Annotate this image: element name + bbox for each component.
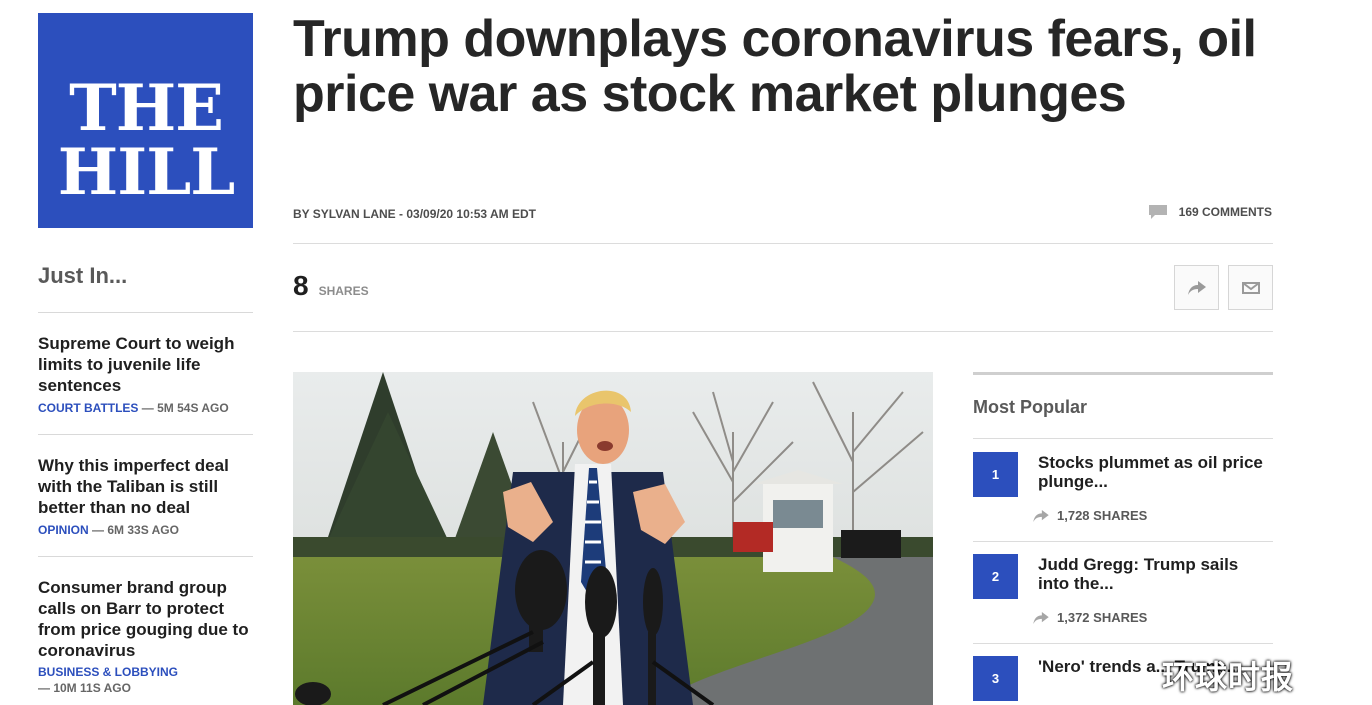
comments-count: 169 COMMENTS (1178, 205, 1272, 219)
share-count-text: 1,728 SHARES (1057, 508, 1148, 523)
share-arrow-icon (1033, 611, 1049, 624)
just-in-item[interactable]: Supreme Court to weigh limits to juvenil… (38, 333, 253, 415)
most-popular-item-shares: 1,728 SHARES (1033, 508, 1147, 523)
most-popular-item-title[interactable]: Stocks plummet as oil price plunge... (1038, 453, 1268, 491)
most-popular-item-title[interactable]: Judd Gregg: Trump sails into the... (1038, 555, 1268, 593)
article-byline: BY SYLVAN LANE - 03/09/20 10:53 AM EDT (293, 207, 536, 221)
just-in-item-time: — 5M 54S AGO (138, 401, 229, 415)
share-count-text: 1,372 SHARES (1057, 610, 1148, 625)
watermark: 环球时报 (1162, 659, 1295, 695)
share-count: 8 SHARES (293, 270, 369, 302)
logo-line-2: HILL (57, 135, 235, 210)
just-in-item-meta: OPINION — 6M 33S AGO (38, 523, 253, 537)
most-popular-item-shares: 1,372 SHARES (1033, 610, 1147, 625)
email-button[interactable] (1228, 265, 1273, 310)
logo-line-1: THE (69, 71, 224, 146)
just-in-item[interactable]: Why this imperfect deal with the Taliban… (38, 455, 253, 537)
most-popular-heading: Most Popular (973, 397, 1088, 417)
divider (973, 438, 1273, 439)
share-count-number: 8 (293, 270, 309, 301)
just-in-item-title[interactable]: Why this imperfect deal with the Taliban… (38, 455, 253, 518)
just-in-item[interactable]: Consumer brand group calls on Barr to pr… (38, 577, 253, 695)
just-in-item-time: — 10M 11S AGO (38, 681, 131, 695)
share-arrow-icon (1187, 280, 1206, 295)
rank-badge: 3 (973, 656, 1018, 701)
just-in-item-category-line: BUSINESS & LOBBYING (38, 665, 253, 679)
divider (293, 243, 1273, 244)
just-in-item-category[interactable]: OPINION (38, 523, 89, 537)
just-in-heading: Just In... (38, 263, 128, 288)
just-in-item-title[interactable]: Consumer brand group calls on Barr to pr… (38, 577, 253, 661)
just-in-item-meta: COURT BATTLES — 5M 54S AGO (38, 401, 253, 415)
the-hill-logo[interactable]: THE HILL (38, 13, 253, 228)
most-popular-top-bar (973, 372, 1273, 375)
comments-link[interactable]: 169 COMMENTS (1148, 205, 1272, 219)
share-arrow-icon (1033, 509, 1049, 522)
rank-badge: 1 (973, 452, 1018, 497)
divider (38, 312, 253, 313)
share-count-label: SHARES (318, 284, 369, 298)
divider (38, 434, 253, 435)
just-in-item-title[interactable]: Supreme Court to weigh limits to juvenil… (38, 333, 253, 396)
most-popular-item[interactable]: 2 Judd Gregg: Trump sails into the... 1,… (973, 542, 1273, 632)
just-in-item-category[interactable]: COURT BATTLES (38, 401, 138, 415)
rank-badge: 2 (973, 554, 1018, 599)
most-popular-item[interactable]: 1 Stocks plummet as oil price plunge... … (973, 440, 1273, 530)
divider (293, 331, 1273, 332)
email-icon (1241, 281, 1260, 294)
article-photo (293, 372, 933, 705)
article-headline: Trump downplays coronavirus fears, oil p… (293, 10, 1257, 123)
divider (38, 556, 253, 557)
photo-illustration (293, 372, 933, 705)
comment-icon (1148, 205, 1167, 219)
just-in-item-category[interactable]: BUSINESS & LOBBYING (38, 665, 178, 679)
just-in-item-time: — 6M 33S AGO (88, 523, 179, 537)
share-button[interactable] (1174, 265, 1219, 310)
